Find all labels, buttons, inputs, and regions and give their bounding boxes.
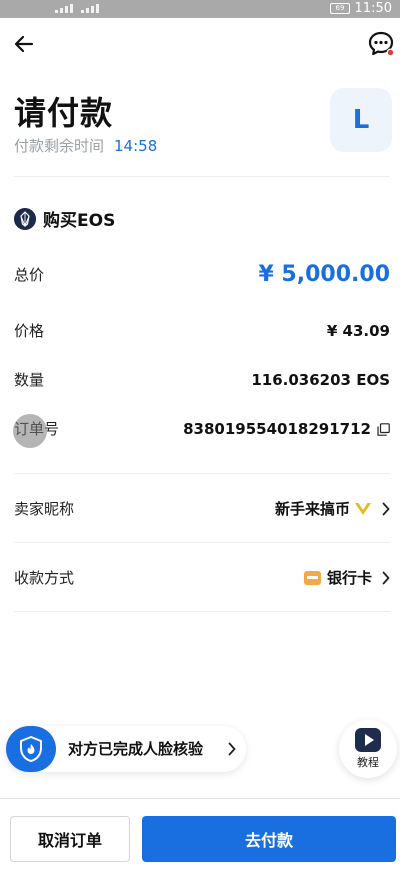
total-label: 总价 xyxy=(14,266,45,284)
countdown-timer: 14:58 xyxy=(114,137,158,155)
divider xyxy=(14,176,390,177)
tutorial-button[interactable]: 教程 xyxy=(339,720,397,778)
payment-method-value-group[interactable]: 银行卡 xyxy=(303,565,390,591)
order-value: 838019554018291712 xyxy=(183,420,371,438)
seller-row[interactable]: 卖家昵称 新手来搞币 xyxy=(14,496,390,522)
arrow-left-icon[interactable] xyxy=(12,32,36,56)
signal-icon xyxy=(55,3,99,13)
status-time: 11:50 xyxy=(354,1,392,16)
seller-name: 新手来搞币 xyxy=(274,500,350,518)
pay-button[interactable]: 去付款 xyxy=(142,816,396,862)
countdown-label: 付款剩余时间 xyxy=(14,137,105,155)
chevron-right-icon xyxy=(382,571,390,585)
bank-card-icon xyxy=(303,571,321,585)
payment-method-label: 收款方式 xyxy=(14,569,75,587)
payment-method-value: 银行卡 xyxy=(326,569,372,587)
asset-title: 购买EOS xyxy=(43,211,116,231)
divider xyxy=(14,473,390,474)
tutorial-label: 教程 xyxy=(357,756,379,769)
chat-bubble-icon[interactable] xyxy=(367,30,395,58)
page-title: 请付款 xyxy=(14,94,114,132)
touch-indicator xyxy=(13,414,47,448)
cancel-order-button[interactable]: 取消订单 xyxy=(10,816,130,862)
asset-header: 购买EOS xyxy=(14,206,115,231)
status-bar: 69 11:50 xyxy=(0,0,400,18)
total-row: 总价 ¥ 5,000.00 xyxy=(14,262,390,288)
shield-icon xyxy=(20,736,42,762)
bottom-action-bar: 取消订单 去付款 xyxy=(0,798,400,875)
face-verified-text: 对方已完成人脸核验 xyxy=(68,740,204,758)
vip-badge-icon xyxy=(355,502,371,515)
total-value: ¥ 5,000.00 xyxy=(258,262,390,287)
seller-value-group[interactable]: 新手来搞币 xyxy=(275,496,390,522)
battery-icon: 69 xyxy=(330,3,350,14)
price-value: ¥ 43.09 xyxy=(326,322,390,340)
chevron-right-icon xyxy=(382,502,390,516)
chevron-right-icon xyxy=(228,742,236,756)
face-verified-banner[interactable]: 对方已完成人脸核验 xyxy=(6,726,246,772)
payment-method-row[interactable]: 收款方式 银行卡 xyxy=(14,565,390,591)
divider xyxy=(14,611,390,612)
eos-coin-icon xyxy=(14,207,36,230)
divider xyxy=(14,542,390,543)
avatar[interactable]: L xyxy=(330,88,392,152)
price-label: 价格 xyxy=(14,322,45,340)
quantity-row: 数量 116.036203 EOS xyxy=(14,367,390,393)
countdown: 付款剩余时间 14:58 xyxy=(14,135,157,156)
quantity-value: 116.036203 EOS xyxy=(251,371,390,389)
seller-label: 卖家昵称 xyxy=(14,500,75,518)
copy-icon[interactable] xyxy=(377,422,390,436)
shield-icon-wrap xyxy=(6,726,56,772)
order-row: 订单号 838019554018291712 xyxy=(14,416,390,442)
quantity-label: 数量 xyxy=(14,371,45,389)
order-value-group: 838019554018291712 xyxy=(183,416,390,442)
play-icon xyxy=(355,728,381,752)
price-row: 价格 ¥ 43.09 xyxy=(14,318,390,344)
